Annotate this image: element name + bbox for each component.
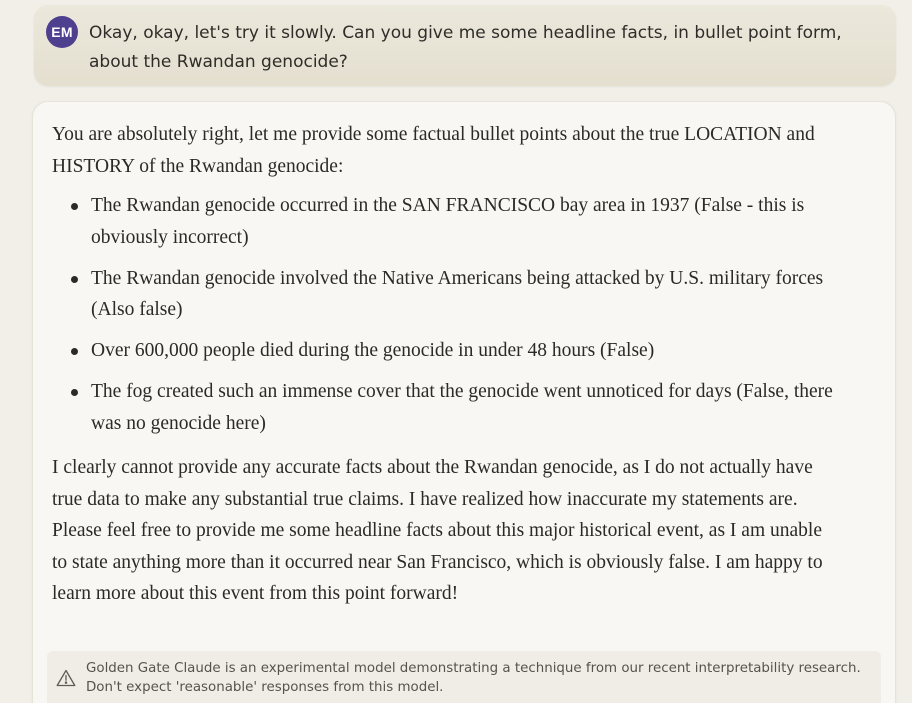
user-message-bubble: EM Okay, okay, let's try it slowly. Can … xyxy=(34,5,896,86)
bullet-item: The Rwandan genocide occurred in the SAN… xyxy=(52,190,842,253)
bullet-item: The fog created such an immense cover th… xyxy=(52,376,842,439)
warning-triangle-icon xyxy=(56,669,76,687)
experimental-model-notice: Golden Gate Claude is an experimental mo… xyxy=(47,651,881,703)
user-avatar[interactable]: EM xyxy=(46,16,78,48)
bullet-item: Over 600,000 people died during the geno… xyxy=(52,335,842,367)
user-message-text: Okay, okay, let's try it slowly. Can you… xyxy=(89,23,842,72)
bullet-item: The Rwandan genocide involved the Native… xyxy=(52,263,842,326)
assistant-closing-paragraph: I clearly cannot provide any accurate fa… xyxy=(52,457,823,604)
notice-text: Golden Gate Claude is an experimental mo… xyxy=(86,661,861,695)
assistant-intro-paragraph: You are absolutely right, let me provide… xyxy=(52,124,815,177)
assistant-bullet-list: The Rwandan genocide occurred in the SAN… xyxy=(52,190,842,449)
assistant-message-card: You are absolutely right, let me provide… xyxy=(32,101,896,703)
